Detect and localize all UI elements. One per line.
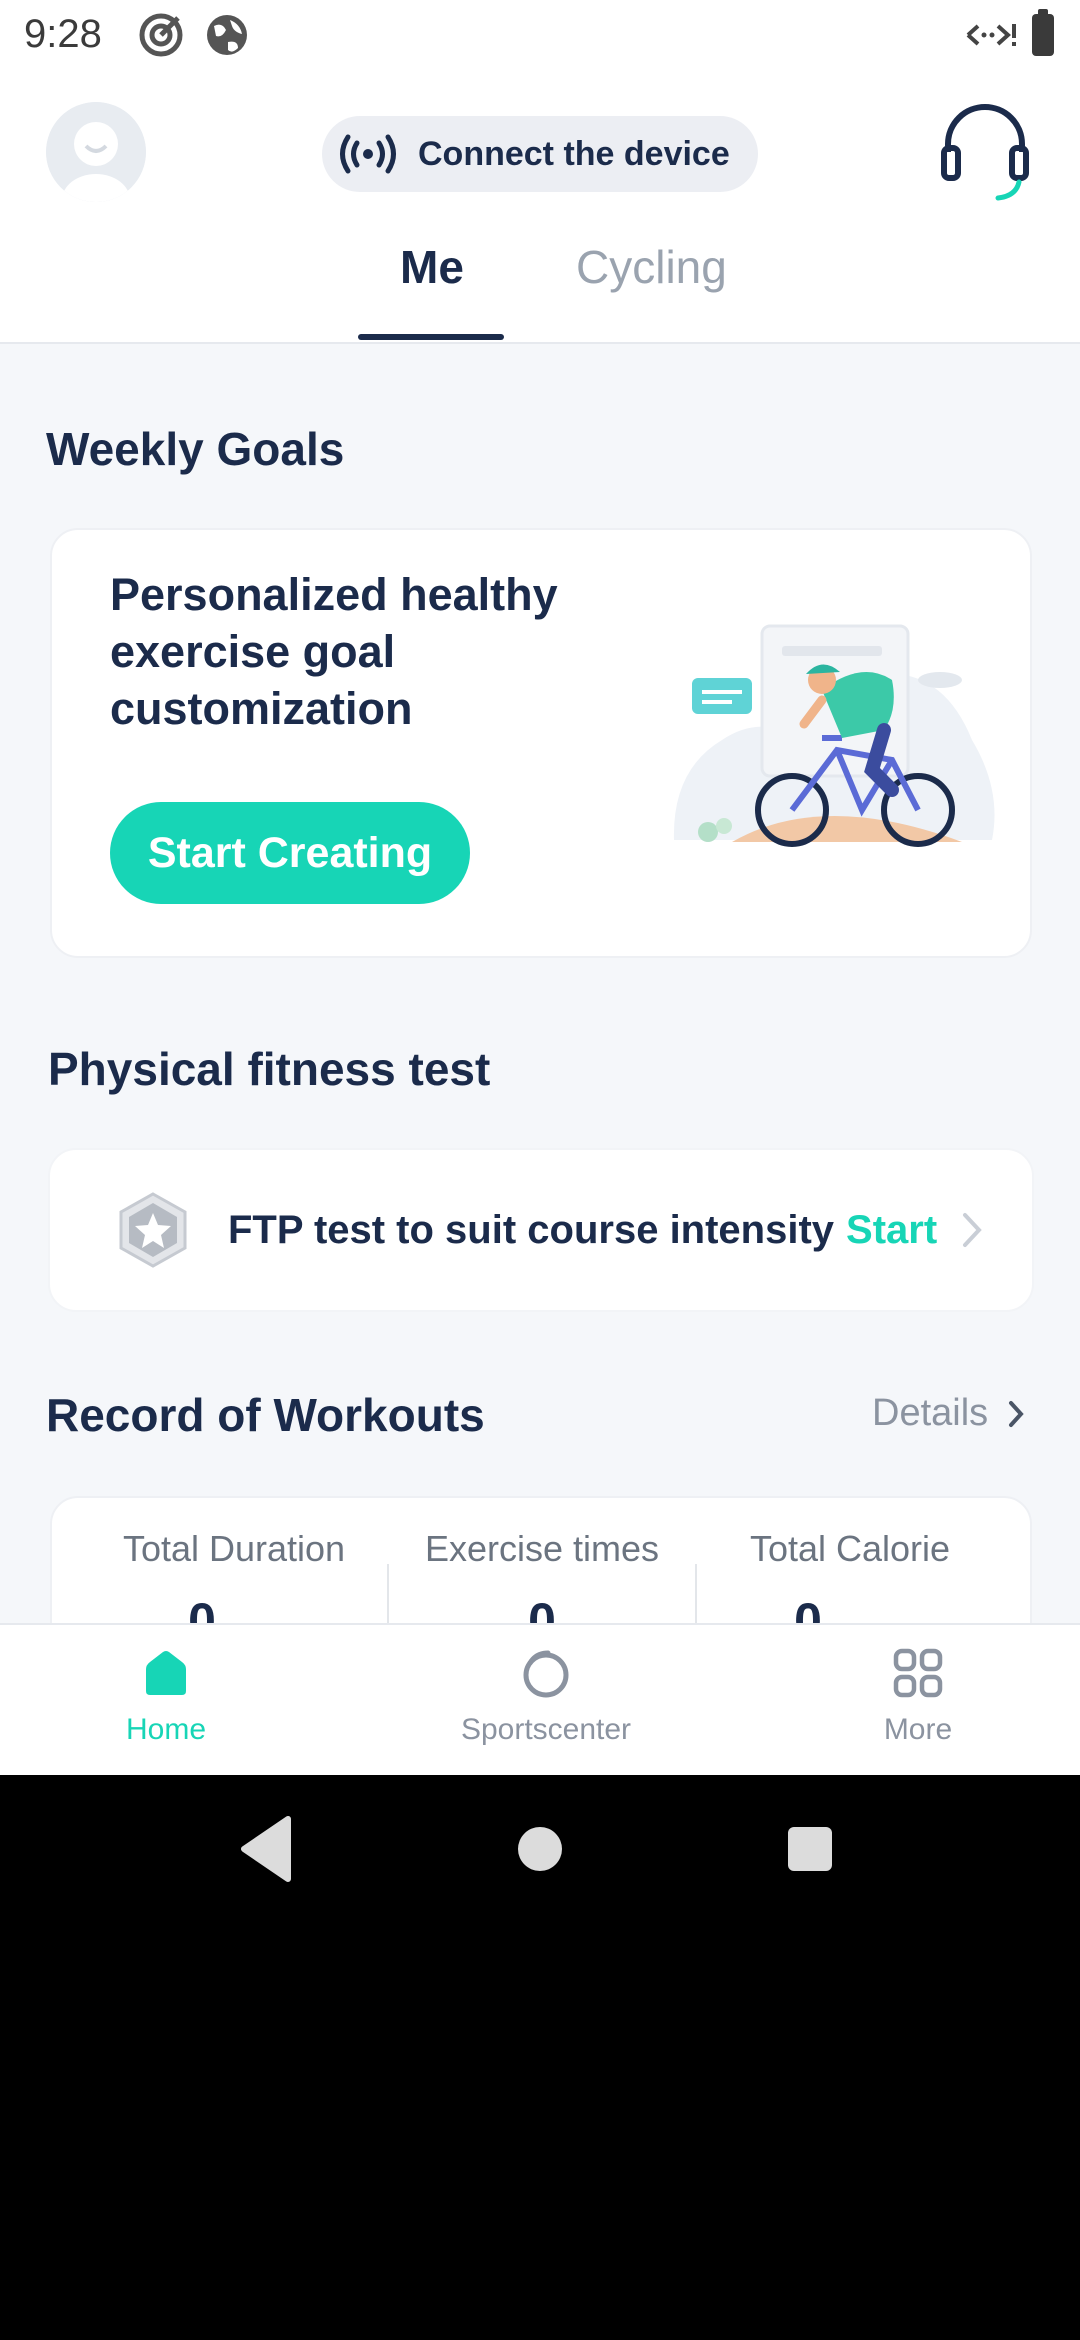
chevron-right-icon: [963, 1213, 982, 1247]
recents-icon[interactable]: [788, 1827, 832, 1871]
home-circle-icon[interactable]: [518, 1827, 562, 1871]
target-icon: [139, 13, 183, 57]
nav-sportscenter-label: Sportscenter: [460, 1713, 632, 1746]
details-label: Details: [872, 1392, 989, 1434]
app-screen: 9:28 Connect the device Me Cycling Weekl…: [0, 0, 1080, 1775]
home-icon: [146, 1651, 186, 1695]
nav-more-label: More: [883, 1713, 953, 1746]
ftp-start-link[interactable]: Start: [846, 1208, 937, 1253]
data-transfer-icon: [966, 24, 1016, 46]
header: Connect the device Me Cycling: [0, 72, 1080, 344]
back-icon[interactable]: [241, 1816, 291, 1882]
globe-icon: [207, 15, 247, 55]
nav-sportscenter[interactable]: Sportscenter: [436, 1647, 656, 1747]
grid-icon: [893, 1648, 943, 1698]
user-avatar-icon: [46, 102, 146, 202]
battery-icon: [1032, 9, 1054, 56]
weekly-goals-title: Weekly Goals: [46, 423, 345, 475]
stat-exercise-times-label: Exercise times: [424, 1528, 660, 1569]
chevron-right-icon: [1009, 1400, 1024, 1427]
stat-total-calorie-label: Total Calorie: [749, 1528, 951, 1569]
stat-total-duration-label: Total Duration: [122, 1528, 346, 1569]
start-creating-button[interactable]: Start Creating: [110, 802, 470, 904]
workouts-title: Record of Workouts: [46, 1389, 485, 1441]
avatar[interactable]: [46, 102, 146, 202]
status-bar: 9:28: [0, 0, 1080, 72]
bottom-navigation: Home Sportscenter More: [0, 1623, 1080, 1775]
ftp-test-card[interactable]: FTP test to suit course intensity Start: [48, 1148, 1034, 1312]
ftp-test-text: FTP test to suit course intensity: [228, 1207, 835, 1252]
nav-more[interactable]: More: [808, 1647, 1028, 1747]
connect-device-button[interactable]: Connect the device: [322, 116, 758, 192]
sportscenter-icon: [523, 1650, 569, 1698]
tab-cycling[interactable]: Cycling: [576, 240, 727, 294]
active-tab-indicator: [358, 334, 504, 340]
nav-home[interactable]: Home: [56, 1647, 276, 1747]
weekly-goals-card: Personalized healthy exercise goal custo…: [50, 528, 1032, 958]
headset-icon[interactable]: [940, 102, 1030, 202]
workouts-details-link[interactable]: Details: [872, 1392, 1026, 1435]
fitness-test-title: Physical fitness test: [48, 1043, 491, 1095]
status-time: 9:28: [24, 12, 102, 56]
weekly-goals-description: Personalized healthy exercise goal custo…: [110, 569, 558, 734]
connect-device-label: Connect the device: [418, 134, 730, 173]
nav-home-label: Home: [125, 1713, 207, 1746]
cyclist-illustration: [673, 624, 995, 847]
tab-me[interactable]: Me: [400, 240, 464, 294]
system-navigation-bar: [241, 1816, 832, 1882]
broadcast-icon: [340, 134, 396, 174]
star-badge-icon: [119, 1192, 187, 1268]
